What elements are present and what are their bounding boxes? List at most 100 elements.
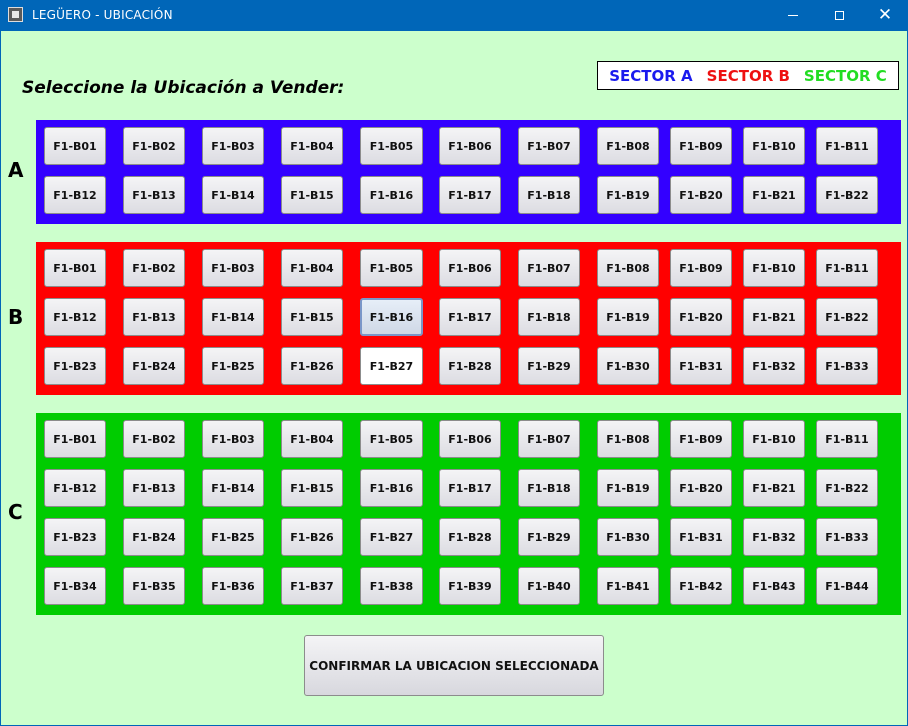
seat-button[interactable]: F1-B08 [597,420,659,458]
seat-button[interactable]: F1-B26 [281,518,343,556]
seat-button[interactable]: F1-B19 [597,176,659,214]
maximize-button[interactable] [816,0,862,31]
close-button[interactable]: ✕ [862,0,908,31]
seat-button[interactable]: F1-B02 [123,420,185,458]
seat-button[interactable]: F1-B33 [816,347,878,385]
seat-button[interactable]: F1-B20 [670,469,732,507]
seat-button[interactable]: F1-B10 [743,420,805,458]
seat-button[interactable]: F1-B15 [281,469,343,507]
seat-button[interactable]: F1-B40 [518,567,580,605]
seat-button[interactable]: F1-B11 [816,127,878,165]
seat-button[interactable]: F1-B13 [123,469,185,507]
seat-button[interactable]: F1-B42 [670,567,732,605]
seat-button[interactable]: F1-B17 [439,469,501,507]
seat-button[interactable]: F1-B30 [597,518,659,556]
seat-button[interactable]: F1-B14 [202,298,264,336]
seat-button[interactable]: F1-B06 [439,127,501,165]
seat-button[interactable]: F1-B21 [743,469,805,507]
seat-button[interactable]: F1-B02 [123,249,185,287]
seat-button[interactable]: F1-B18 [518,469,580,507]
seat-button[interactable]: F1-B09 [670,249,732,287]
seat-button[interactable]: F1-B04 [281,249,343,287]
seat-button[interactable]: F1-B14 [202,469,264,507]
seat-button[interactable]: F1-B27 [360,518,423,556]
seat-button[interactable]: F1-B17 [439,298,501,336]
seat-button[interactable]: F1-B27 [360,347,423,385]
seat-button[interactable]: F1-B04 [281,420,343,458]
seat-button[interactable]: F1-B04 [281,127,343,165]
seat-button[interactable]: F1-B15 [281,298,343,336]
seat-button[interactable]: F1-B32 [743,518,805,556]
seat-button[interactable]: F1-B41 [597,567,659,605]
seat-button[interactable]: F1-B24 [123,518,185,556]
seat-button[interactable]: F1-B32 [743,347,805,385]
seat-button[interactable]: F1-B03 [202,420,264,458]
seat-button[interactable]: F1-B36 [202,567,264,605]
seat-button[interactable]: F1-B09 [670,420,732,458]
seat-button[interactable]: F1-B30 [597,347,659,385]
seat-button[interactable]: F1-B22 [816,298,878,336]
seat-button[interactable]: F1-B05 [360,249,423,287]
seat-button[interactable]: F1-B05 [360,127,423,165]
seat-button[interactable]: F1-B29 [518,347,580,385]
seat-button[interactable]: F1-B15 [281,176,343,214]
seat-button[interactable]: F1-B20 [670,176,732,214]
seat-button[interactable]: F1-B11 [816,420,878,458]
seat-button[interactable]: F1-B03 [202,249,264,287]
seat-button[interactable]: F1-B09 [670,127,732,165]
seat-button[interactable]: F1-B24 [123,347,185,385]
seat-button[interactable]: F1-B23 [44,347,106,385]
seat-button[interactable]: F1-B18 [518,176,580,214]
confirm-location-button[interactable]: CONFIRMAR LA UBICACION SELECCIONADA [304,635,604,696]
seat-button[interactable]: F1-B01 [44,249,106,287]
seat-button[interactable]: F1-B16 [360,176,423,214]
seat-button[interactable]: F1-B02 [123,127,185,165]
seat-button[interactable]: F1-B07 [518,249,580,287]
seat-button[interactable]: F1-B29 [518,518,580,556]
seat-button[interactable]: F1-B07 [518,420,580,458]
seat-button[interactable]: F1-B01 [44,127,106,165]
seat-button[interactable]: F1-B39 [439,567,501,605]
seat-button[interactable]: F1-B13 [123,176,185,214]
seat-button[interactable]: F1-B06 [439,420,501,458]
seat-button[interactable]: F1-B12 [44,469,106,507]
seat-button[interactable]: F1-B21 [743,176,805,214]
seat-button[interactable]: F1-B10 [743,249,805,287]
seat-button[interactable]: F1-B13 [123,298,185,336]
seat-button[interactable]: F1-B21 [743,298,805,336]
seat-button[interactable]: F1-B03 [202,127,264,165]
seat-button[interactable]: F1-B34 [44,567,106,605]
title-bar[interactable]: LEGÜERO - UBICACIÓN ✕ [0,0,908,31]
seat-button[interactable]: F1-B19 [597,298,659,336]
seat-button[interactable]: F1-B31 [670,347,732,385]
seat-button[interactable]: F1-B26 [281,347,343,385]
seat-button[interactable]: F1-B12 [44,298,106,336]
seat-button[interactable]: F1-B43 [743,567,805,605]
seat-button[interactable]: F1-B28 [439,518,501,556]
seat-button[interactable]: F1-B01 [44,420,106,458]
seat-button[interactable]: F1-B25 [202,518,264,556]
seat-button[interactable]: F1-B23 [44,518,106,556]
seat-button[interactable]: F1-B19 [597,469,659,507]
seat-button[interactable]: F1-B44 [816,567,878,605]
seat-button[interactable]: F1-B20 [670,298,732,336]
seat-button[interactable]: F1-B08 [597,127,659,165]
seat-button[interactable]: F1-B05 [360,420,423,458]
seat-button[interactable]: F1-B33 [816,518,878,556]
minimize-button[interactable] [770,0,816,31]
seat-button[interactable]: F1-B17 [439,176,501,214]
seat-button[interactable]: F1-B06 [439,249,501,287]
seat-button[interactable]: F1-B22 [816,469,878,507]
seat-button[interactable]: F1-B25 [202,347,264,385]
seat-button[interactable]: F1-B28 [439,347,501,385]
seat-button[interactable]: F1-B22 [816,176,878,214]
seat-button[interactable]: F1-B37 [281,567,343,605]
seat-button[interactable]: F1-B08 [597,249,659,287]
seat-button[interactable]: F1-B31 [670,518,732,556]
seat-button[interactable]: F1-B16 [360,298,423,336]
seat-button[interactable]: F1-B07 [518,127,580,165]
seat-button[interactable]: F1-B18 [518,298,580,336]
seat-button[interactable]: F1-B11 [816,249,878,287]
seat-button[interactable]: F1-B10 [743,127,805,165]
seat-button[interactable]: F1-B12 [44,176,106,214]
